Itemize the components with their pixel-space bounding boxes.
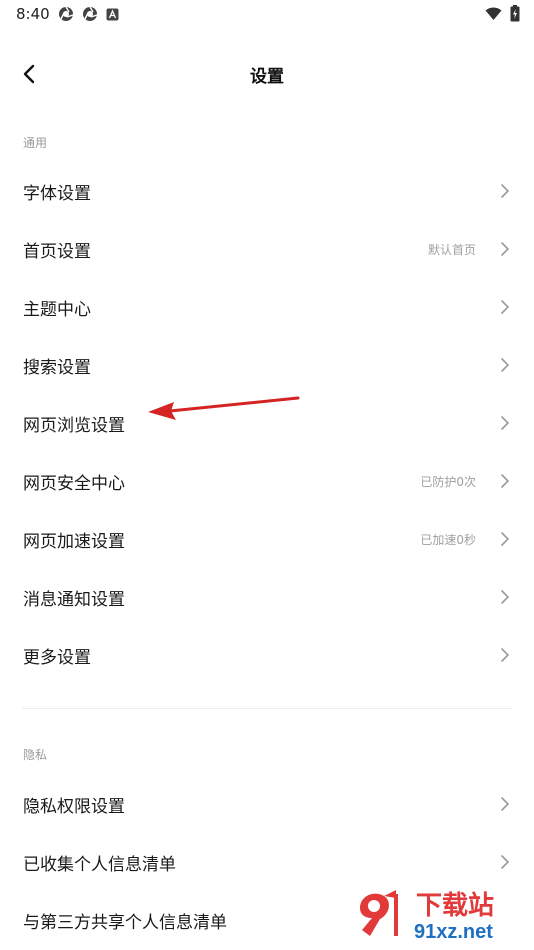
chrome-icon (59, 6, 74, 21)
battery-icon (510, 5, 520, 22)
chevron-right-icon (501, 300, 510, 314)
settings-item-label: 网页浏览设置 (23, 415, 125, 436)
settings-item-notifications[interactable]: 消息通知设置 (0, 568, 534, 626)
settings-item-homepage[interactable]: 首页设置 默认首页 (0, 220, 534, 278)
app-icon (106, 8, 119, 20)
chevron-right-icon (501, 797, 510, 811)
chevron-right-icon (501, 532, 510, 546)
settings-item-font[interactable]: 字体设置 (0, 162, 534, 220)
settings-item-value: 默认首页 (427, 242, 476, 257)
settings-item-label: 与第三方共享个人信息清单 (23, 912, 227, 933)
section-label-general: 通用 (23, 136, 48, 150)
settings-item-privacy-permissions[interactable]: 隐私权限设置 (0, 775, 534, 833)
status-bar: 8:40 (0, 0, 534, 30)
settings-item-search[interactable]: 搜索设置 (0, 336, 534, 394)
section-label-privacy: 隐私 (23, 748, 48, 762)
chevron-right-icon (501, 648, 510, 662)
notification-icons (58, 6, 119, 22)
settings-item-label: 主题中心 (23, 299, 91, 320)
settings-item-label: 网页安全中心 (23, 473, 125, 494)
settings-item-value: 已防护0次 (420, 474, 476, 489)
system-icons (485, 5, 520, 22)
watermark-url-text: 91xz.net (414, 921, 493, 943)
annotation-arrow-icon (148, 396, 300, 420)
header: 设置 (0, 50, 534, 96)
settings-item-security[interactable]: 网页安全中心 已防护0次 (0, 452, 534, 510)
status-time: 8:40 (16, 5, 50, 23)
settings-item-label: 首页设置 (23, 241, 91, 262)
section-divider (22, 708, 512, 709)
watermark-logo-text: 下载站 (416, 890, 494, 920)
settings-item-theme[interactable]: 主题中心 (0, 278, 534, 336)
chevron-right-icon (501, 474, 510, 488)
settings-item-label: 隐私权限设置 (23, 796, 125, 817)
settings-item-more[interactable]: 更多设置 (0, 626, 534, 684)
chevron-right-icon (501, 855, 510, 869)
settings-item-label: 字体设置 (23, 183, 91, 204)
chevron-right-icon (501, 590, 510, 604)
settings-item-collected-info[interactable]: 已收集个人信息清单 (0, 833, 534, 891)
settings-item-label: 网页加速设置 (23, 531, 125, 552)
settings-item-acceleration[interactable]: 网页加速设置 已加速0秒 (0, 510, 534, 568)
chrome-icon (83, 6, 98, 21)
settings-item-label: 搜索设置 (23, 357, 91, 378)
settings-item-label: 更多设置 (23, 647, 91, 668)
settings-item-label: 已收集个人信息清单 (23, 854, 176, 875)
chevron-right-icon (501, 358, 510, 372)
chevron-right-icon (501, 184, 510, 198)
chevron-right-icon (501, 416, 510, 430)
settings-item-label: 消息通知设置 (23, 589, 125, 610)
watermark-logo: 下载站 91xz.net (360, 890, 494, 943)
settings-item-value: 已加速0秒 (420, 532, 476, 547)
page-title: 设置 (250, 67, 284, 87)
wifi-icon (485, 6, 502, 20)
chevron-right-icon (501, 242, 510, 256)
